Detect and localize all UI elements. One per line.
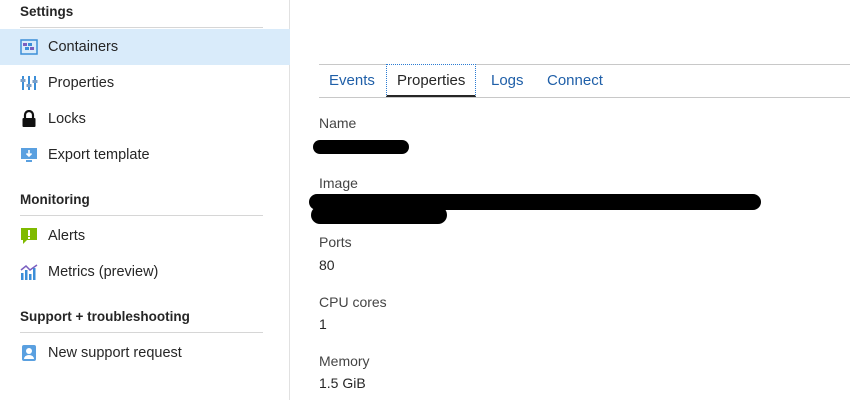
- section-divider: [20, 215, 263, 216]
- property-label-image: Image: [319, 175, 358, 191]
- container-details-pane: Events Properties Logs Connect Name Imag…: [291, 0, 850, 400]
- properties-icon: [20, 74, 38, 92]
- sidebar-item-properties[interactable]: Properties: [0, 65, 290, 101]
- property-label-cpu-cores: CPU cores: [319, 294, 387, 310]
- redaction-mark: [313, 140, 409, 154]
- export-template-icon: [20, 146, 38, 164]
- sidebar-item-metrics[interactable]: Metrics (preview): [0, 254, 290, 290]
- property-label-memory: Memory: [319, 353, 370, 369]
- alerts-icon: [20, 227, 38, 245]
- sidebar-item-label: Properties: [48, 75, 115, 91]
- tab-events[interactable]: Events: [319, 65, 385, 97]
- section-title-settings: Settings: [20, 4, 74, 19]
- sidebar-item-export-template[interactable]: Export template: [0, 137, 290, 173]
- sidebar-item-alerts[interactable]: Alerts: [0, 218, 290, 254]
- support-request-icon: [20, 344, 38, 362]
- sidebar-item-new-support-request[interactable]: New support request: [0, 335, 290, 371]
- containers-icon: [20, 38, 38, 56]
- property-value-memory: 1.5 GiB: [319, 375, 366, 391]
- sidebar-item-label: New support request: [48, 345, 182, 361]
- sidebar-item-label: Metrics (preview): [48, 264, 159, 280]
- tab-connect[interactable]: Connect: [537, 65, 613, 97]
- metrics-icon: [20, 263, 38, 281]
- section-title-support: Support + troubleshooting: [20, 309, 190, 324]
- sidebar: Settings Containers Properties Locks Exp…: [0, 0, 290, 400]
- sidebar-item-label: Alerts: [48, 228, 86, 244]
- redaction-mark: [311, 206, 447, 224]
- tab-properties[interactable]: Properties: [386, 64, 477, 97]
- sidebar-item-label: Locks: [48, 111, 86, 127]
- sidebar-item-label: Export template: [48, 147, 150, 163]
- lock-icon: [20, 110, 38, 128]
- property-label-name: Name: [319, 115, 357, 131]
- tab-bar: Events Properties Logs Connect: [319, 64, 850, 98]
- sidebar-item-label: Containers: [48, 39, 119, 55]
- section-divider: [20, 332, 263, 333]
- sidebar-item-containers[interactable]: Containers: [0, 29, 290, 65]
- property-value-cpu-cores: 1: [319, 316, 327, 332]
- property-label-ports: Ports: [319, 234, 352, 250]
- tab-logs[interactable]: Logs: [481, 65, 534, 97]
- property-value-ports: 80: [319, 257, 335, 273]
- section-title-monitoring: Monitoring: [20, 192, 90, 207]
- sidebar-item-locks[interactable]: Locks: [0, 101, 290, 137]
- section-divider: [20, 27, 263, 28]
